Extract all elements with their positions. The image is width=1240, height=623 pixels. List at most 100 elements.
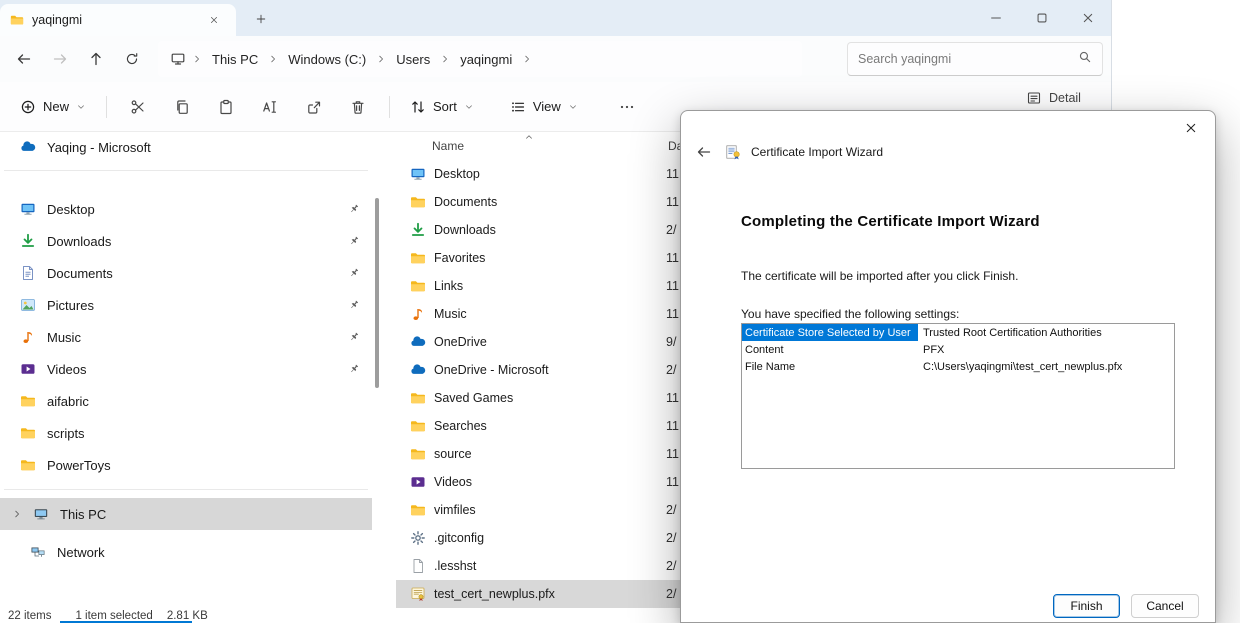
view-label: View bbox=[533, 99, 561, 114]
sidebar-item-music[interactable]: Music bbox=[0, 321, 372, 353]
up-button[interactable] bbox=[78, 41, 114, 77]
tab-close-icon[interactable] bbox=[202, 9, 226, 31]
folder-icon bbox=[410, 446, 426, 462]
search-input[interactable] bbox=[858, 52, 1078, 66]
breadcrumb-item-windows-c[interactable]: Windows (C:) bbox=[284, 50, 370, 69]
file-date: 2/ bbox=[666, 587, 676, 601]
settings-row[interactable]: File Name C:\Users\yaqingmi\test_cert_ne… bbox=[742, 358, 1174, 375]
sidebar-divider bbox=[4, 489, 368, 490]
minimize-button[interactable] bbox=[973, 0, 1019, 36]
breadcrumb-item-users[interactable]: Users bbox=[392, 50, 434, 69]
file-icon bbox=[410, 558, 426, 574]
column-header-name[interactable]: Name bbox=[396, 139, 464, 153]
chevron-right-icon[interactable] bbox=[12, 509, 22, 519]
file-date: 11 bbox=[666, 251, 679, 265]
folder-icon bbox=[20, 393, 36, 409]
pictures-icon bbox=[20, 297, 36, 313]
sidebar-item-aifabric[interactable]: aifabric bbox=[0, 385, 372, 417]
folder-icon bbox=[20, 457, 36, 473]
sort-button[interactable]: Sort bbox=[400, 89, 484, 125]
sidebar-item-desktop[interactable]: Desktop bbox=[0, 193, 372, 225]
sidebar-item-downloads[interactable]: Downloads bbox=[0, 225, 372, 257]
sidebar-item-onedrive[interactable]: Yaqing - Microsoft bbox=[0, 132, 372, 162]
trash-icon bbox=[350, 99, 366, 115]
cut-button[interactable] bbox=[117, 89, 159, 125]
file-name: vimfiles bbox=[434, 503, 658, 517]
copy-icon bbox=[174, 99, 190, 115]
ellipsis-icon bbox=[619, 99, 635, 115]
pin-icon bbox=[348, 363, 360, 375]
chevron-right-icon bbox=[522, 54, 532, 64]
details-label: Detail bbox=[1049, 91, 1081, 105]
music-note-icon bbox=[20, 329, 36, 345]
share-button[interactable] bbox=[293, 89, 335, 125]
dialog-close-button[interactable] bbox=[1175, 115, 1207, 141]
share-icon bbox=[306, 99, 322, 115]
details-pane-icon bbox=[1026, 90, 1042, 106]
file-date: 11 bbox=[666, 307, 679, 321]
chevron-down-icon bbox=[76, 102, 86, 112]
cancel-button[interactable]: Cancel bbox=[1131, 594, 1199, 618]
explorer-tab[interactable]: yaqingmi bbox=[0, 4, 236, 36]
onedrive-cloud-icon bbox=[20, 139, 36, 155]
sidebar-item-label: Videos bbox=[47, 362, 87, 377]
document-icon bbox=[20, 265, 36, 281]
sidebar-item-videos[interactable]: Videos bbox=[0, 353, 372, 385]
file-name: Searches bbox=[434, 419, 658, 433]
maximize-button[interactable] bbox=[1019, 0, 1065, 36]
sidebar-item-powertoys[interactable]: PowerToys bbox=[0, 449, 372, 481]
file-date: 11 bbox=[666, 391, 679, 405]
new-tab-button[interactable] bbox=[248, 7, 274, 31]
breadcrumb-item-yaqingmi[interactable]: yaqingmi bbox=[456, 50, 516, 69]
tab-title: yaqingmi bbox=[32, 13, 82, 27]
dialog-back-button[interactable] bbox=[693, 141, 715, 163]
certificate-import-wizard-dialog: Certificate Import Wizard Completing the… bbox=[680, 110, 1216, 623]
sidebar-item-label: Music bbox=[47, 330, 81, 345]
paste-button[interactable] bbox=[205, 89, 247, 125]
refresh-button[interactable] bbox=[114, 41, 150, 77]
search-box bbox=[847, 42, 1103, 76]
delete-button[interactable] bbox=[337, 89, 379, 125]
settings-row[interactable]: Content PFX bbox=[742, 341, 1174, 358]
view-button[interactable]: View bbox=[500, 89, 588, 125]
file-name: Videos bbox=[434, 475, 658, 489]
file-name: test_cert_newplus.pfx bbox=[434, 587, 658, 601]
finish-button[interactable]: Finish bbox=[1053, 594, 1120, 618]
rename-button[interactable] bbox=[249, 89, 291, 125]
sidebar-item-scripts[interactable]: scripts bbox=[0, 417, 372, 449]
plus-icon bbox=[255, 13, 267, 25]
videos-icon bbox=[410, 474, 426, 490]
pin-icon bbox=[348, 299, 360, 311]
breadcrumb-item-this-pc[interactable]: This PC bbox=[208, 50, 262, 69]
settings-row-selected[interactable]: Certificate Store Selected by User Trust… bbox=[742, 324, 1174, 341]
music-note-icon bbox=[410, 306, 426, 322]
file-date: 2/ bbox=[666, 363, 676, 377]
copy-button[interactable] bbox=[161, 89, 203, 125]
sidebar-item-network[interactable]: Network bbox=[0, 536, 372, 568]
settings-list: Certificate Store Selected by User Trust… bbox=[741, 323, 1175, 469]
sidebar-item-pictures[interactable]: Pictures bbox=[0, 289, 372, 321]
chevron-down-icon bbox=[568, 102, 578, 112]
sidebar-scrollbar[interactable] bbox=[375, 198, 379, 388]
more-options-button[interactable] bbox=[606, 89, 648, 125]
folder-icon bbox=[410, 278, 426, 294]
sidebar-item-label: Pictures bbox=[47, 298, 94, 313]
forward-button[interactable] bbox=[42, 41, 78, 77]
folder-icon bbox=[410, 502, 426, 518]
file-date: 2/ bbox=[666, 503, 676, 517]
selection-count: 1 item selected bbox=[75, 610, 152, 622]
file-date: 9/ bbox=[666, 335, 676, 349]
close-button[interactable] bbox=[1065, 0, 1111, 36]
dialog-title: Certificate Import Wizard bbox=[751, 145, 883, 159]
file-date: 11 bbox=[666, 419, 679, 433]
setting-key: Content bbox=[742, 341, 918, 358]
sidebar-item-label: This PC bbox=[60, 507, 106, 522]
sidebar-item-this-pc[interactable]: This PC bbox=[0, 498, 372, 530]
sidebar-item-documents[interactable]: Documents bbox=[0, 257, 372, 289]
details-button[interactable]: Detail bbox=[1026, 90, 1081, 106]
sidebar-item-label: scripts bbox=[47, 426, 85, 441]
folder-icon bbox=[410, 250, 426, 266]
back-button[interactable] bbox=[6, 41, 42, 77]
new-button[interactable]: New bbox=[10, 89, 96, 125]
file-name: OneDrive - Microsoft bbox=[434, 363, 658, 377]
